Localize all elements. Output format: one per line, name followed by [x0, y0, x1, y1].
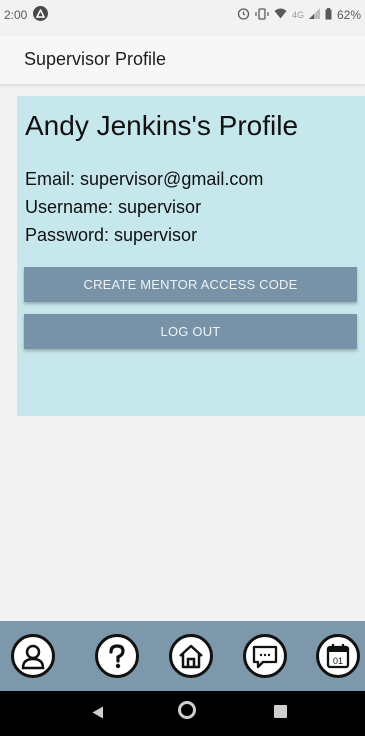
email-line: Email: supervisor@gmail.com	[25, 169, 264, 189]
logout-button[interactable]: LOG OUT	[24, 314, 357, 349]
password-line: Password: supervisor	[25, 225, 198, 245]
status-time: 2:00	[4, 8, 28, 22]
back-icon[interactable]	[92, 706, 104, 724]
profile-card: Andy Jenkins's Profile Email: supervisor…	[17, 96, 365, 416]
calendar-day-label: 01	[333, 656, 343, 666]
home-system-icon[interactable]	[178, 701, 196, 719]
vibrate-icon	[255, 7, 269, 23]
page-title: Supervisor Profile	[24, 49, 167, 69]
nav-calendar-button[interactable]: 01	[316, 634, 360, 678]
username-line: Username: supervisor	[25, 197, 202, 217]
signal-icon	[308, 8, 320, 22]
calendar-icon: 01	[326, 644, 350, 669]
nav-profile-button[interactable]	[11, 634, 55, 678]
home-icon	[179, 644, 203, 669]
battery-icon	[325, 7, 332, 23]
app-header: Supervisor Profile	[0, 36, 365, 85]
nav-help-button[interactable]	[95, 634, 139, 678]
battery-percent: 62%	[336, 8, 361, 22]
system-nav-bar	[0, 691, 365, 736]
bottom-nav: 01	[0, 621, 365, 691]
status-bar: 2:00 4G 62%	[0, 0, 365, 36]
help-icon	[109, 644, 125, 669]
app-notification-icon	[33, 6, 48, 21]
profile-name-heading: Andy Jenkins's Profile	[25, 110, 299, 141]
alarm-icon	[237, 7, 250, 23]
wifi-icon	[274, 8, 287, 22]
nav-chat-button[interactable]	[243, 634, 287, 678]
profile-icon	[21, 644, 45, 670]
chat-icon	[252, 645, 278, 669]
create-mentor-access-code-button[interactable]: CREATE MENTOR ACCESS CODE	[24, 267, 357, 302]
recent-apps-icon[interactable]	[274, 705, 287, 718]
nav-home-button[interactable]	[169, 634, 213, 678]
network-type-label: 4G	[291, 10, 304, 20]
